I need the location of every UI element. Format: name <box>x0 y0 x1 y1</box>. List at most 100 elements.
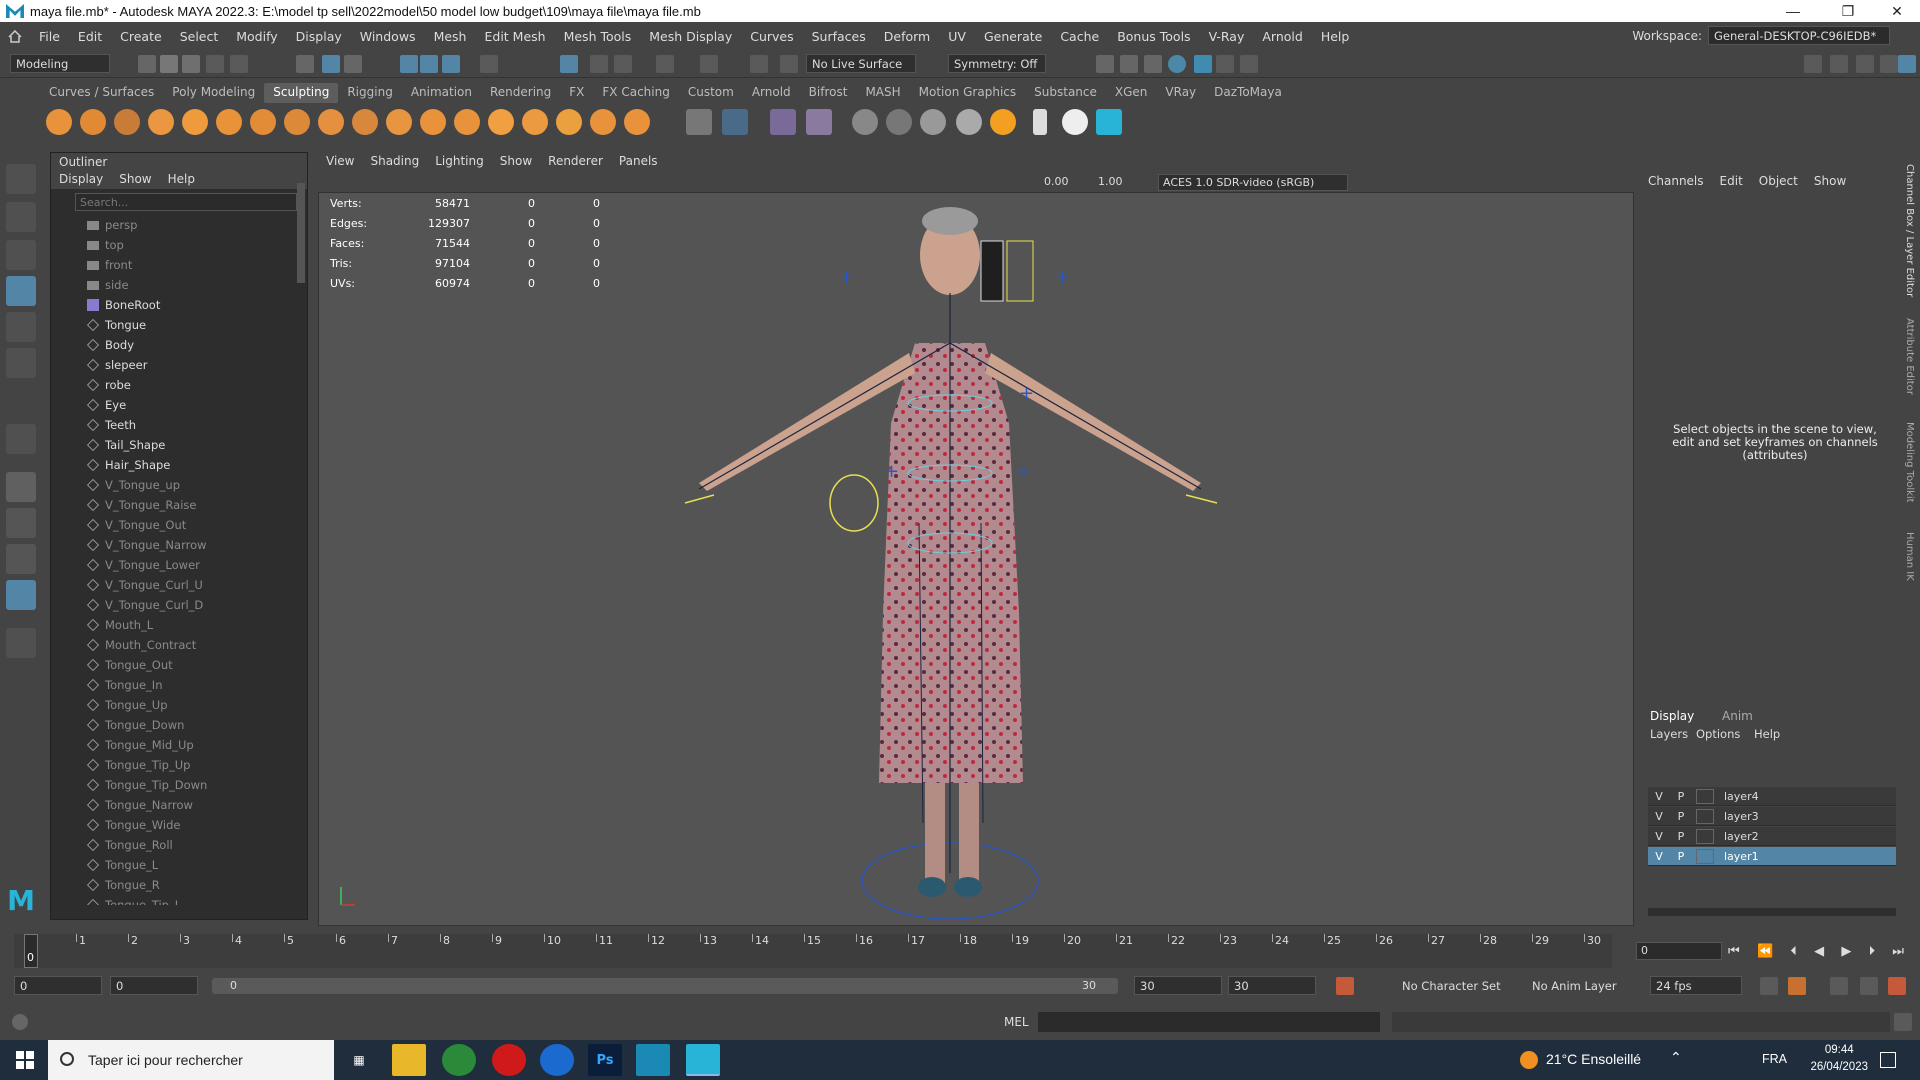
outliner-scrollbar[interactable] <box>297 183 305 283</box>
layer-visibility-toggle[interactable]: V <box>1648 810 1670 823</box>
menu-edit-mesh[interactable]: Edit Mesh <box>475 29 554 44</box>
outliner-item[interactable]: Tongue_Narrow <box>51 795 295 815</box>
outliner-item[interactable]: Tongue_Wide <box>51 815 295 835</box>
playback-start-field[interactable]: 0 <box>110 976 198 995</box>
shader-icon[interactable] <box>852 109 878 135</box>
weather-text[interactable]: 21°C Ensoleillé <box>1546 1051 1641 1067</box>
outliner-item[interactable]: Tongue_Down <box>51 715 295 735</box>
anim-start-field[interactable]: 0 <box>14 976 102 995</box>
snap-surface-icon[interactable] <box>700 55 718 73</box>
menu-uv[interactable]: UV <box>939 29 975 44</box>
outliner-item[interactable]: V_Tongue_up <box>51 475 295 495</box>
anim-layer-dropdown[interactable]: No Anim Layer <box>1532 979 1617 993</box>
menu-surfaces[interactable]: Surfaces <box>803 29 875 44</box>
maya-taskbar-icon[interactable] <box>636 1044 670 1076</box>
input-language[interactable]: FRA <box>1762 1052 1787 1066</box>
object-tab[interactable]: Object <box>1759 174 1798 188</box>
layer-visibility-toggle[interactable]: V <box>1648 830 1670 843</box>
layers-anim-tab[interactable]: Anim <box>1722 709 1753 723</box>
menu-mesh[interactable]: Mesh <box>425 29 476 44</box>
shelf-tab-active[interactable]: Sculpting <box>264 83 339 103</box>
fill-brush-icon[interactable] <box>454 109 480 135</box>
edit-tab[interactable]: Edit <box>1720 174 1743 188</box>
outliner-item[interactable]: Tail_Shape <box>51 435 295 455</box>
menu-modify[interactable]: Modify <box>227 29 286 44</box>
modeling-toolkit-icon[interactable] <box>1804 55 1822 73</box>
maximize-button[interactable]: ❐ <box>1825 0 1871 22</box>
outliner-menu-display[interactable]: Display <box>51 171 111 189</box>
live-surface-field[interactable]: No Live Surface <box>806 54 916 73</box>
step-back-frame-icon[interactable]: ⏴ <box>1790 944 1797 959</box>
outliner-item[interactable]: Body <box>51 335 295 355</box>
tray-chevron-icon[interactable]: ⌃ <box>1670 1050 1682 1066</box>
arnold-render-icon[interactable] <box>1216 55 1234 73</box>
grab-brush-icon[interactable] <box>148 109 174 135</box>
outliner-item[interactable]: top <box>51 235 295 255</box>
render-settings-icon[interactable] <box>1144 55 1162 73</box>
shelf-tab[interactable]: Custom <box>679 83 743 103</box>
channel-box-icon[interactable] <box>1880 55 1898 73</box>
character-set-dropdown[interactable]: No Character Set <box>1402 979 1501 993</box>
layer-editor-icon[interactable] <box>1898 55 1916 73</box>
outliner-item[interactable]: Teeth <box>51 415 295 435</box>
side-tab-human-ik[interactable]: Human IK <box>1904 532 1915 581</box>
shelf-tab[interactable]: FX <box>560 83 593 103</box>
shelf-tab[interactable]: XGen <box>1106 83 1157 103</box>
outliner-item[interactable]: Tongue_Tip_L <box>51 895 295 905</box>
outliner-menu-show[interactable]: Show <box>111 171 159 189</box>
3d-viewport[interactable]: + + + + + <box>318 192 1634 926</box>
side-tab-modeling-toolkit[interactable]: Modeling Toolkit <box>1904 422 1915 503</box>
vp-menu-lighting[interactable]: Lighting <box>427 152 492 172</box>
outliner-item[interactable]: Eye <box>51 395 295 415</box>
shelf-tab[interactable]: VRay <box>1156 83 1205 103</box>
ipr-render-icon[interactable] <box>1120 55 1138 73</box>
time-slider[interactable]: 0123456789101112131415161718192021222324… <box>14 934 1612 968</box>
shelf-tab[interactable]: MASH <box>856 83 909 103</box>
close-button[interactable]: ✕ <box>1874 0 1920 22</box>
outliner-item[interactable]: front <box>51 255 295 275</box>
outliner-item[interactable]: BoneRoot <box>51 295 295 315</box>
snap-view-icon[interactable] <box>656 55 674 73</box>
play-forward-icon[interactable]: ▶ <box>1841 944 1851 959</box>
imprint-brush-icon[interactable] <box>352 109 378 135</box>
taskbar-search-input[interactable]: Taper ici pour rechercher <box>48 1040 334 1080</box>
sound-icon[interactable] <box>1830 977 1848 995</box>
last-tool-icon[interactable] <box>6 424 36 454</box>
select-hierarchy-icon[interactable] <box>296 55 314 73</box>
chrome-icon[interactable] <box>442 1044 476 1076</box>
outliner-item[interactable]: V_Tongue_Curl_U <box>51 575 295 595</box>
shelf-tab[interactable]: Bifrost <box>800 83 857 103</box>
shelf-tab[interactable]: Poly Modeling <box>163 83 264 103</box>
layer-row[interactable]: V Player3 <box>1648 807 1896 826</box>
pause-icon[interactable] <box>1240 55 1258 73</box>
layer-playback-toggle[interactable]: P <box>1670 810 1692 823</box>
step-back-key-icon[interactable]: ⏪ <box>1757 944 1773 959</box>
settings-shelf-icon[interactable] <box>920 109 946 135</box>
maya-active-icon[interactable] <box>686 1044 720 1076</box>
workspace-dropdown[interactable]: General-DESKTOP-C96IEDB* <box>1708 26 1890 45</box>
opera-icon[interactable] <box>492 1044 526 1076</box>
go-to-end-icon[interactable]: ⏭ <box>1892 944 1904 959</box>
outliner-item[interactable]: Tongue_R <box>51 875 295 895</box>
outliner-search-input[interactable]: Search... <box>75 193 297 211</box>
render-icon[interactable] <box>1096 55 1114 73</box>
menu-vray[interactable]: V-Ray <box>1200 29 1254 44</box>
outliner-item[interactable]: Tongue_Tip_Down <box>51 775 295 795</box>
snap-curve-icon[interactable] <box>590 55 608 73</box>
outliner-item[interactable]: side <box>51 275 295 295</box>
layer-row[interactable]: V Player1 <box>1648 847 1896 866</box>
layer-playback-toggle[interactable]: P <box>1670 850 1692 863</box>
outliner-item[interactable]: Tongue <box>51 315 295 335</box>
channels-tab[interactable]: Channels <box>1648 174 1704 188</box>
side-tab-attribute-editor[interactable]: Attribute Editor <box>1904 318 1915 395</box>
lock-icon[interactable] <box>480 55 498 73</box>
knife-brush-icon[interactable] <box>488 109 514 135</box>
figure-icon[interactable] <box>1033 109 1047 135</box>
shelf-tab[interactable]: DazToMaya <box>1205 83 1291 103</box>
vp-menu-show[interactable]: Show <box>492 152 540 172</box>
shelf-tab[interactable]: Animation <box>402 83 481 103</box>
outliner-item[interactable]: V_Tongue_Curl_D <box>51 595 295 615</box>
outliner-item[interactable]: V_Tongue_Raise <box>51 495 295 515</box>
pinch-brush-icon[interactable] <box>182 109 208 135</box>
outliner-item[interactable]: Tongue_Tip_Up <box>51 755 295 775</box>
